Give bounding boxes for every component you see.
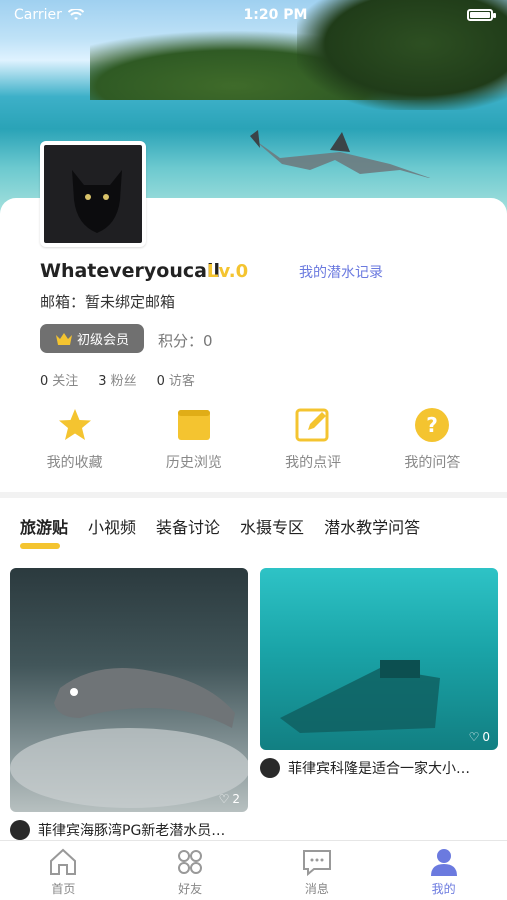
heart-icon: ♡ — [468, 730, 480, 744]
quick-actions: 我的收藏 历史浏览 我的点评 ? 我的问答 — [0, 406, 507, 476]
star-icon — [56, 406, 94, 444]
post-card[interactable]: ♡ 0 菲律宾科隆是适合一家大小… — [260, 568, 498, 778]
question-icon: ? — [413, 406, 451, 444]
tab-travel-posts[interactable]: 旅游贴 — [20, 498, 68, 549]
avatar[interactable] — [40, 141, 146, 247]
post-title[interactable]: 菲律宾科隆是适合一家大小… — [288, 758, 470, 778]
nav-friends[interactable]: 好友 — [145, 841, 235, 900]
likes-value: 0 — [482, 730, 490, 744]
level-badge: Lv.0 — [207, 261, 249, 282]
stat-following[interactable]: 0 关注 — [40, 370, 78, 389]
likes-value: 2 — [232, 792, 240, 806]
nav-messages[interactable]: 消息 — [272, 841, 362, 900]
stat-label: 粉丝 — [110, 374, 137, 389]
stat-label: 关注 — [52, 374, 79, 389]
nav-label: 首页 — [51, 882, 76, 896]
crown-icon — [55, 332, 72, 345]
clock: 1:20 PM — [243, 7, 308, 23]
likes-count[interactable]: ♡ 0 — [469, 730, 490, 744]
post-grid: ♡ 2 菲律宾海豚湾PG新老潜水员… ♡ 0 菲律宾科隆是适合一家大小… — [0, 558, 507, 841]
stat-count: 0 — [156, 374, 165, 389]
home-icon — [50, 848, 77, 875]
wifi-icon — [67, 9, 84, 20]
quick-action-label: 历史浏览 — [165, 455, 222, 471]
email-status: 邮箱：暂未绑定邮箱 — [40, 293, 176, 311]
my-reviews-button[interactable]: 我的点评 — [263, 406, 363, 476]
points: 积分：0 — [158, 332, 213, 350]
post-image-shipwreck[interactable]: ♡ 0 — [260, 568, 498, 750]
stat-count: 3 — [98, 374, 107, 389]
member-badge[interactable]: 初级会员 — [40, 324, 144, 353]
post-meta: 菲律宾海豚湾PG新老潜水员… — [10, 820, 248, 840]
nav-label: 我的 — [431, 882, 456, 896]
username: Whateveryoucall — [40, 260, 220, 282]
post-image-moray-eel[interactable]: ♡ 2 — [10, 568, 248, 812]
my-favorites-button[interactable]: 我的收藏 — [25, 406, 125, 476]
tab-gear-discussion[interactable]: 装备讨论 — [156, 498, 220, 538]
nav-label: 消息 — [304, 882, 329, 896]
history-button[interactable]: 历史浏览 — [144, 406, 244, 476]
status-bar: Carrier 1:20 PM — [0, 0, 507, 30]
svg-text:?: ? — [427, 413, 439, 437]
nav-home[interactable]: 首页 — [18, 841, 108, 900]
my-qa-button[interactable]: ? 我的问答 — [382, 406, 482, 476]
message-icon — [302, 850, 331, 877]
heart-icon: ♡ — [218, 792, 230, 806]
moray-eel-illustration — [10, 668, 248, 808]
history-icon — [175, 406, 213, 444]
tab-underwater-photo[interactable]: 水摄专区 — [240, 498, 304, 538]
quick-action-label: 我的点评 — [285, 455, 342, 471]
author-avatar[interactable] — [260, 758, 280, 778]
post-title[interactable]: 菲律宾海豚湾PG新老潜水员… — [38, 820, 225, 840]
nav-me[interactable]: 我的 — [399, 841, 489, 900]
quick-action-label: 我的收藏 — [46, 455, 103, 471]
profile-icon — [430, 849, 457, 876]
post-card[interactable]: ♡ 2 菲律宾海豚湾PG新老潜水员… — [10, 568, 248, 840]
category-tabs: 旅游贴 小视频 装备讨论 水摄专区 潜水教学问答 — [0, 498, 507, 558]
dive-record-link[interactable]: 我的潜水记录 — [299, 262, 383, 282]
stat-count: 0 — [40, 374, 49, 389]
friends-icon — [178, 850, 203, 874]
member-badge-label: 初级会员 — [76, 333, 129, 348]
carrier-label: Carrier — [14, 7, 62, 23]
quick-action-label: 我的问答 — [404, 455, 461, 471]
stat-fans[interactable]: 3 粉丝 — [98, 370, 136, 389]
shark-image — [250, 130, 431, 178]
author-avatar[interactable] — [10, 820, 30, 840]
profile-stats: 0 关注 3 粉丝 0 访客 — [40, 370, 195, 389]
stat-visitors[interactable]: 0 访客 — [157, 370, 195, 389]
battery-icon — [467, 9, 496, 21]
stat-label: 访客 — [168, 374, 195, 389]
nav-label: 好友 — [178, 882, 203, 896]
tab-diving-qa[interactable]: 潜水教学问答 — [324, 498, 420, 538]
shipwreck-illustration — [280, 660, 440, 733]
post-meta: 菲律宾科隆是适合一家大小… — [260, 758, 498, 778]
tab-short-videos[interactable]: 小视频 — [88, 498, 136, 538]
bottom-nav: 首页 好友 消息 我的 — [0, 840, 507, 900]
edit-icon — [294, 406, 332, 444]
likes-count[interactable]: ♡ 2 — [219, 792, 240, 806]
black-cat-photo — [72, 170, 122, 233]
